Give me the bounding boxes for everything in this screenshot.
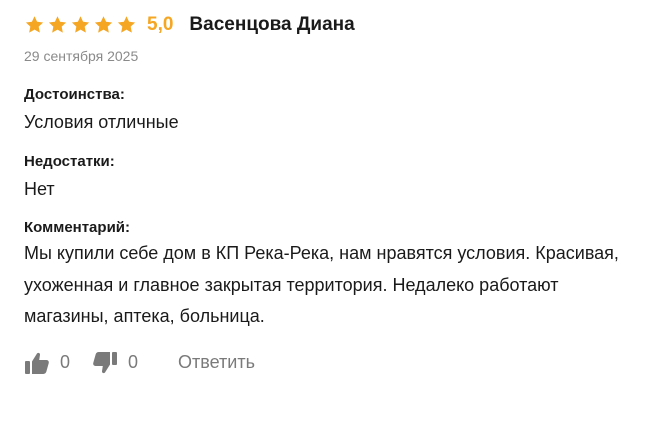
review-date: 29 сентября 2025 <box>24 48 139 64</box>
pros-label: Достоинства: <box>24 86 125 103</box>
star-icon <box>117 16 136 33</box>
star-icon <box>48 16 67 33</box>
review-header: 5,0 Васенцова Диана <box>24 12 644 38</box>
like-button[interactable]: 0 <box>24 351 70 375</box>
star-icon <box>25 16 44 33</box>
star-rating <box>24 15 139 35</box>
like-count: 0 <box>60 352 71 372</box>
star-icon <box>94 16 113 33</box>
dislike-count: 0 <box>128 352 139 372</box>
dislike-button[interactable]: 0 <box>92 351 138 375</box>
pros-text: Условия отличные <box>24 112 179 132</box>
thumbs-up-icon <box>25 352 49 374</box>
thumbs-down-icon <box>93 351 118 373</box>
star-icon <box>71 16 90 33</box>
reply-button[interactable]: Ответить <box>178 352 255 373</box>
comment-label: Комментарий: <box>24 219 131 236</box>
review-actions: 0 0 Ответить <box>24 349 644 377</box>
cons-label: Недостатки: <box>24 152 115 170</box>
comment-text: Мы купили себе дом в КП Река-Река, нам н… <box>24 243 619 326</box>
review-card: 5,0 Васенцова Диана 29 сентября 2025 Дос… <box>24 12 644 377</box>
rating-value: 5,0 <box>147 14 174 35</box>
author-name: Васенцова Диана <box>189 14 355 35</box>
cons-text: Нет <box>24 178 55 199</box>
